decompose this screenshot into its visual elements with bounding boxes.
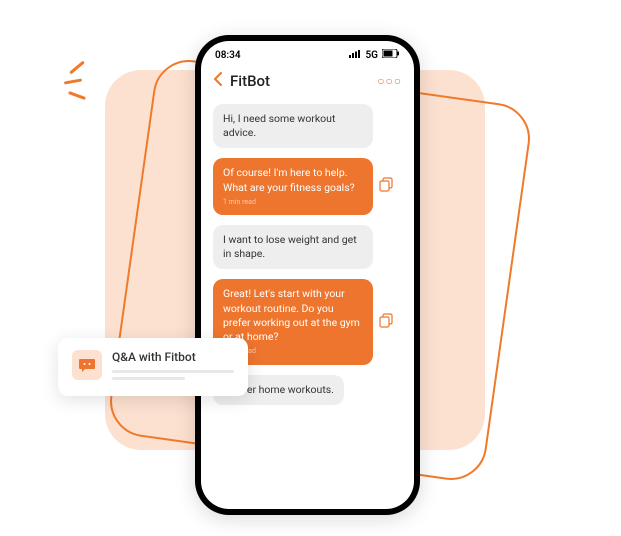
user-message: Hi, I need some workout advice.: [213, 104, 373, 148]
status-time: 08:34: [215, 50, 241, 61]
card-title: Q&A with Fitbot: [112, 350, 234, 364]
message-timestamp: 1 min read: [223, 198, 363, 207]
signal-icon: [349, 50, 361, 61]
phone-screen: 08:34 5G FitBot ○○○ Hi, I need some work…: [201, 41, 414, 509]
message-text: Great! Let's start with your workout rou…: [223, 287, 360, 343]
more-button[interactable]: ○○○: [377, 74, 402, 88]
card-body: Q&A with Fitbot: [112, 350, 234, 384]
chatbot-icon: [72, 350, 102, 380]
status-bar: 08:34 5G: [201, 41, 414, 65]
network-label: 5G: [365, 50, 378, 61]
battery-icon: [382, 49, 400, 61]
copy-icon[interactable]: [379, 177, 394, 196]
message-row: Hi, I need some workout advice.: [213, 104, 402, 148]
chat-title: FitBot: [230, 72, 369, 90]
message-row: I want to lose weight and get in shape.: [213, 225, 402, 269]
qa-card[interactable]: Q&A with Fitbot: [58, 338, 248, 396]
back-button[interactable]: [213, 71, 222, 90]
placeholder-line: [112, 377, 185, 380]
chat-header: FitBot ○○○: [201, 65, 414, 100]
message-text: Of course! I'm here to help. What are yo…: [223, 166, 355, 193]
placeholder-line: [112, 370, 234, 373]
chat-messages: Hi, I need some workout advice. Of cours…: [201, 100, 414, 509]
status-right: 5G: [349, 49, 400, 61]
message-row: Of course! I'm here to help. What are yo…: [213, 158, 402, 215]
bot-message: Of course! I'm here to help. What are yo…: [213, 158, 373, 215]
copy-icon[interactable]: [379, 313, 394, 332]
user-message: I want to lose weight and get in shape.: [213, 225, 373, 269]
phone-frame: 08:34 5G FitBot ○○○ Hi, I need some work…: [195, 35, 420, 515]
